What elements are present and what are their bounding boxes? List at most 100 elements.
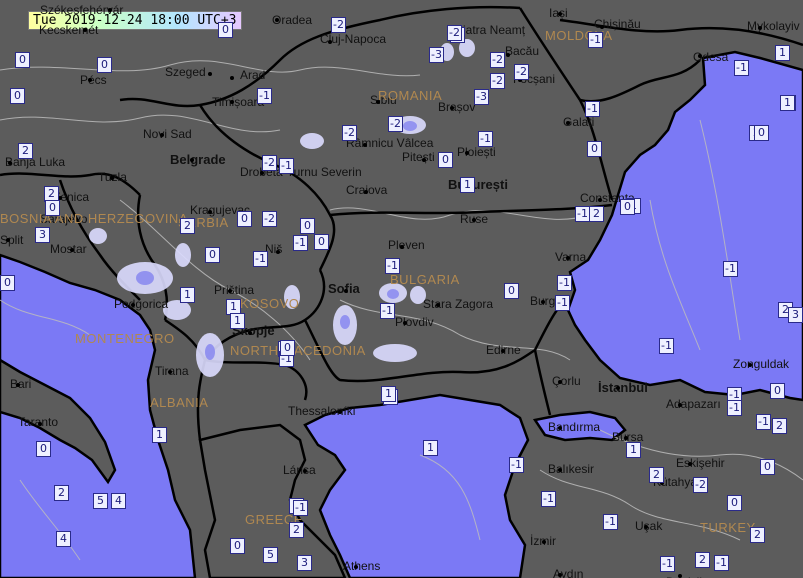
country-label: BOSNIA AND HERZEGOVINA	[0, 211, 188, 226]
aegean-sea	[303, 393, 530, 578]
temperature-label: 4	[56, 531, 71, 547]
city-label: Thessaloníki	[288, 404, 356, 418]
temperature-label: -1	[734, 60, 749, 76]
city-marker	[566, 256, 570, 260]
temperature-label: 2	[180, 218, 195, 234]
temperature-label: 0	[760, 459, 775, 475]
city-marker	[748, 363, 752, 367]
temperature-label: -2	[331, 17, 346, 33]
city-label: Balıkesir	[548, 462, 595, 476]
city-label: Bari	[10, 377, 32, 391]
temperature-label: 5	[263, 547, 278, 563]
city-label: Podgorica	[114, 297, 169, 311]
temperature-label: 1	[780, 95, 795, 111]
temperature-label: -2	[514, 64, 529, 80]
city-marker	[501, 349, 505, 353]
city-marker	[230, 100, 234, 104]
temperature-label: -1	[660, 556, 675, 572]
temperature-label: 0	[300, 218, 315, 234]
temperature-label: 3	[297, 555, 312, 571]
city-marker	[190, 158, 194, 162]
temperature-label: 0	[438, 152, 453, 168]
city-label: İstanbul	[598, 380, 648, 395]
temperature-label: 0	[15, 52, 30, 68]
city-marker	[558, 12, 562, 16]
temperature-label: -1	[555, 295, 570, 311]
temperature-label: 0	[0, 275, 15, 291]
city-label: Split	[0, 233, 24, 247]
city-label: Drobeta-Turnu Severin	[240, 165, 362, 179]
city-marker	[354, 565, 358, 569]
city-marker	[160, 133, 164, 137]
temperature-label: 2	[289, 522, 304, 538]
city-marker	[230, 76, 234, 80]
city-marker	[208, 72, 212, 76]
city-label: Lárisa	[283, 463, 316, 477]
city-label: Banja Luka	[5, 155, 66, 169]
city-label: Pécs	[80, 73, 107, 87]
country-label: KOSOVO	[240, 296, 300, 311]
weather-map[interactable]: Tue 2019-12-24 18:00 UTC+3 Székesfehérvá…	[0, 0, 803, 578]
city-marker	[558, 380, 562, 384]
temperature-label: 3	[788, 307, 803, 323]
temperature-label: -1	[257, 88, 272, 104]
temperature-label: -2	[490, 52, 505, 68]
city-label: Adapazarı	[666, 397, 721, 411]
temperature-label: -2	[262, 211, 277, 227]
temperature-label: -1	[727, 400, 742, 416]
temperature-label: 2	[750, 527, 765, 543]
temperature-label: -1	[585, 101, 600, 117]
city-marker	[303, 469, 307, 473]
temperature-label: 2	[589, 206, 604, 222]
temperature-label: 4	[111, 493, 126, 509]
temperature-label: 2	[695, 552, 710, 568]
temperature-label: -1	[723, 261, 738, 277]
city-label: Piatra Neamț	[455, 23, 526, 37]
temperature-label: 0	[770, 383, 785, 399]
city-marker	[260, 171, 264, 175]
map-base	[0, 0, 803, 578]
temperature-label: 1	[423, 440, 438, 456]
city-marker	[678, 403, 682, 407]
city-marker	[566, 121, 570, 125]
country-label: NORTH MACEDONIA	[230, 343, 366, 358]
temperature-label: -2	[490, 73, 505, 89]
temperature-label: -1	[279, 158, 294, 174]
city-label: Ploiești	[457, 145, 496, 159]
city-marker	[344, 289, 348, 293]
city-label: Stara Zagora	[423, 297, 494, 311]
city-label: Râmnicu Vâlcea	[346, 136, 434, 150]
temperature-label: 0	[36, 441, 51, 457]
city-label: Bacău	[505, 44, 540, 58]
city-marker	[83, 28, 87, 32]
temperature-label: -1	[557, 275, 572, 291]
city-label: Szeged	[165, 65, 206, 79]
city-marker	[363, 143, 367, 147]
city-marker	[598, 198, 602, 202]
city-label: Eskişehir	[676, 456, 725, 470]
city-marker	[6, 238, 10, 242]
city-marker	[338, 410, 342, 414]
temperature-label: -1	[659, 338, 674, 354]
country-label: MONTENEGRO	[75, 331, 175, 346]
temperature-label: 0	[754, 125, 769, 141]
temperature-label: 2	[18, 143, 33, 159]
temperature-label: 0	[504, 283, 519, 299]
temperature-label: -1	[756, 414, 771, 430]
city-marker	[542, 540, 546, 544]
temperature-label: -1	[509, 457, 524, 473]
city-label: Zonguldak	[733, 357, 790, 371]
temperature-label: -2	[342, 125, 357, 141]
city-marker	[644, 525, 648, 529]
city-label: Pitești	[402, 150, 435, 164]
city-marker	[110, 176, 114, 180]
country-label: ROMANIA	[378, 88, 443, 103]
temperature-label: -1	[293, 235, 308, 251]
city-label: Mostar	[50, 242, 87, 256]
temperature-label: 0	[620, 199, 635, 215]
temperature-label: -1	[380, 303, 395, 319]
city-marker	[541, 300, 545, 304]
city-label: Bandırma	[548, 420, 601, 434]
temperature-label: -1	[253, 251, 268, 267]
temperature-label: -1	[293, 500, 308, 516]
